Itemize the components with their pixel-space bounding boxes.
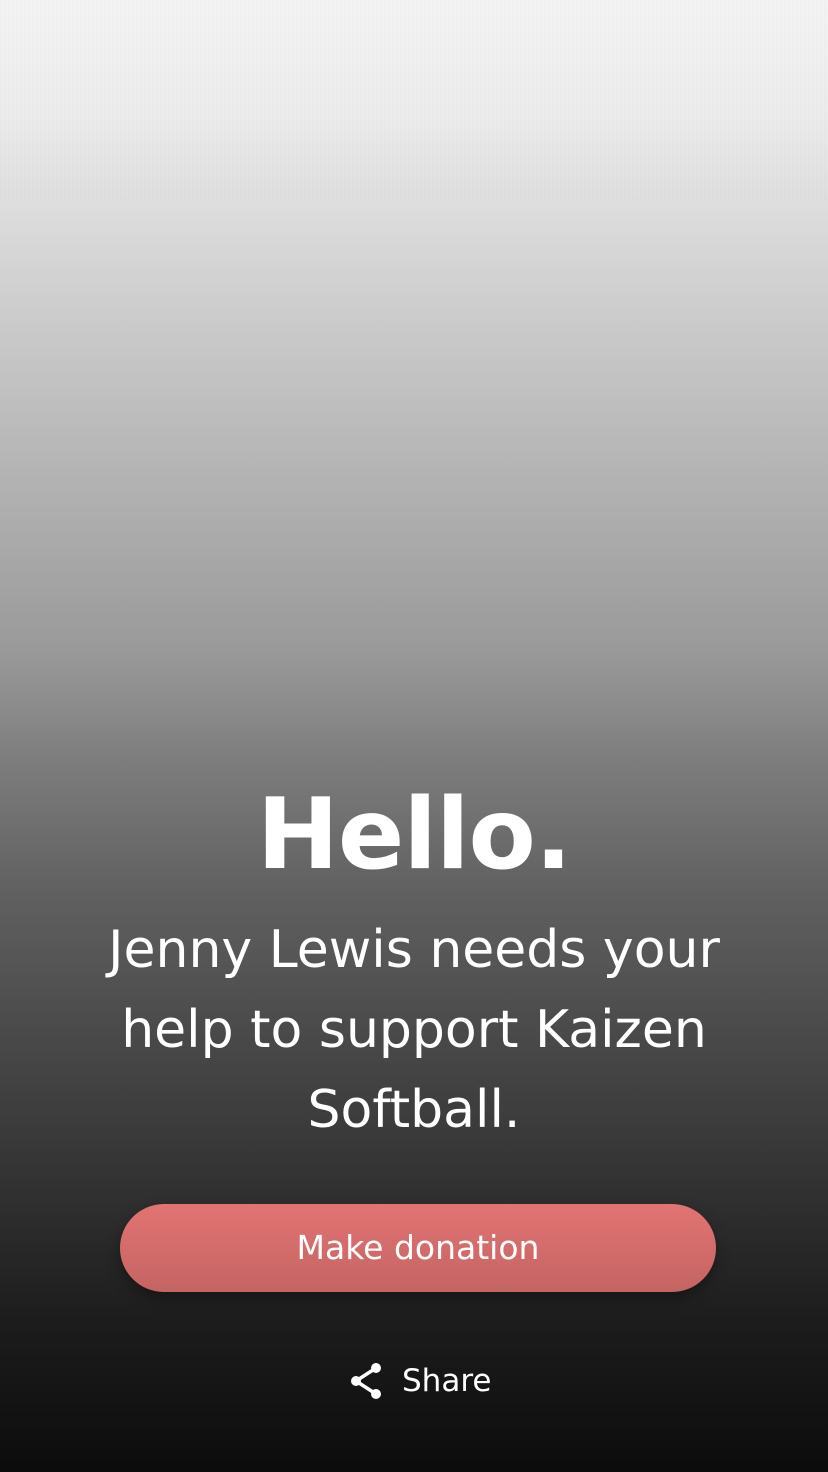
share-icon (348, 1361, 384, 1401)
share-label: Share (402, 1363, 492, 1399)
background-texture (0, 0, 828, 200)
make-donation-button[interactable]: Make donation (120, 1204, 716, 1292)
donation-screen: Hello. Jenny Lewis needs your help to su… (0, 0, 828, 1472)
share-button[interactable]: Share (348, 1356, 491, 1406)
hero-section: Hello. Jenny Lewis needs your help to su… (0, 770, 828, 1150)
support-message: Jenny Lewis needs your help to support K… (108, 920, 720, 1140)
greeting-title: Hello. (256, 778, 572, 892)
